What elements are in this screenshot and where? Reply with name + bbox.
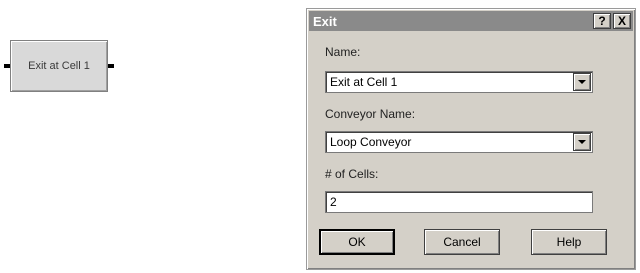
chevron-down-icon [578, 80, 586, 84]
name-dropdown-button[interactable] [573, 73, 591, 91]
module-label: Exit at Cell 1 [28, 60, 90, 72]
cells-value: 2 [330, 195, 337, 209]
conveyor-dropdown-button[interactable] [573, 133, 591, 151]
help-icon[interactable]: ? [593, 13, 611, 29]
cells-label: # of Cells: [325, 167, 379, 181]
help-button[interactable]: Help [531, 229, 607, 255]
close-icon[interactable]: X [613, 13, 631, 29]
module-box[interactable]: Exit at Cell 1 [10, 40, 108, 92]
name-combobox[interactable]: Exit at Cell 1 [325, 71, 593, 93]
dialog-title: Exit [313, 13, 337, 29]
dialog-titlebar: Exit ? X [309, 11, 633, 31]
chevron-down-icon [578, 140, 586, 144]
conveyor-name-value: Loop Conveyor [330, 135, 412, 149]
cancel-button[interactable]: Cancel [424, 229, 500, 255]
conveyor-name-combobox[interactable]: Loop Conveyor [325, 131, 593, 153]
ok-button[interactable]: OK [319, 229, 395, 255]
exit-connector[interactable] [108, 64, 114, 68]
name-value: Exit at Cell 1 [330, 75, 398, 89]
cells-input[interactable]: 2 [325, 191, 593, 213]
exit-module-block[interactable]: Exit at Cell 1 [4, 40, 116, 92]
exit-dialog: Exit ? X Name: Exit at Cell 1 Conveyor N… [306, 8, 636, 270]
conveyor-name-label: Conveyor Name: [325, 107, 416, 121]
name-label: Name: [325, 45, 361, 59]
